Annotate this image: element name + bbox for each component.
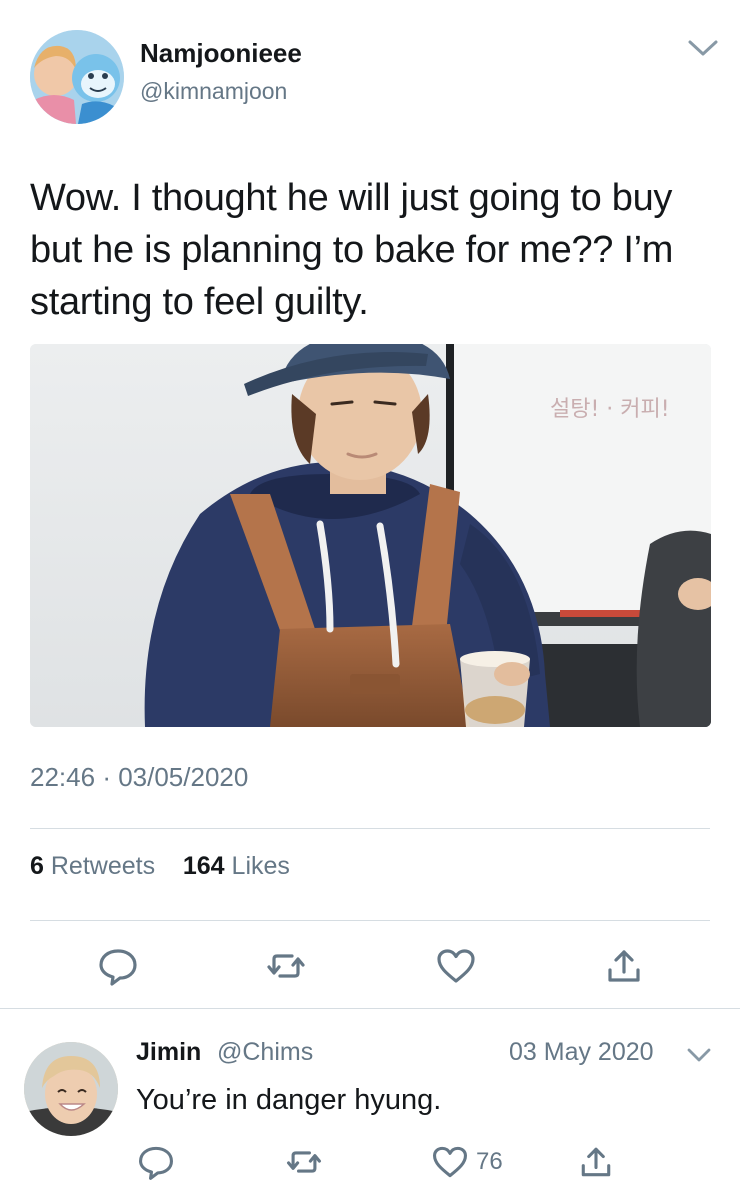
reply-text: You’re in danger hyung.	[136, 1084, 442, 1116]
reply-retweet-button[interactable]	[284, 1142, 324, 1182]
retweet-icon	[267, 954, 305, 978]
reply-like-button[interactable]	[430, 1142, 470, 1182]
tweet-header: Namjoonieee @kimnamjoon	[30, 30, 720, 126]
heart-icon	[437, 949, 475, 983]
timestamp-separator: ·	[102, 762, 119, 792]
retweets-stat[interactable]: 6 Retweets	[30, 852, 155, 880]
retweet-count: 6	[30, 852, 44, 880]
reply-tweet[interactable]: Jimin @Chims 03 May 2020 You’re in dange…	[0, 1010, 740, 1200]
like-button[interactable]	[434, 944, 478, 988]
author-name[interactable]: Namjoonieee	[140, 38, 302, 69]
retweet-label: Retweets	[50, 852, 156, 880]
heart-icon	[433, 1146, 467, 1178]
tweet-time: 22:46	[30, 762, 96, 792]
author-handle[interactable]: @kimnamjoon	[140, 78, 287, 105]
tweet-stats: 6 Retweets 164 Likes	[30, 852, 290, 881]
reply-author-name[interactable]: Jimin	[136, 1038, 201, 1067]
reply-share-button[interactable]	[576, 1142, 616, 1182]
likes-stat[interactable]: 164 Likes	[183, 852, 290, 880]
avatar-image	[30, 30, 124, 124]
retweet-button[interactable]	[264, 944, 308, 988]
share-upload-icon	[608, 950, 640, 982]
speech-bubble-icon	[99, 949, 137, 986]
reply-date[interactable]: 03 May 2020	[509, 1038, 654, 1067]
photo-illustration: 설탕! · 커피!	[30, 344, 711, 727]
chevron-down-icon[interactable]	[686, 1046, 712, 1064]
share-button[interactable]	[602, 944, 646, 988]
like-label: Likes	[231, 852, 290, 880]
reply-author-avatar[interactable]	[24, 1042, 118, 1136]
whiteboard-writing: 설탕! · 커피!	[550, 397, 670, 422]
retweet-icon	[287, 1151, 321, 1173]
reply-button[interactable]	[96, 944, 140, 988]
reply-author-handle[interactable]: @Chims	[217, 1038, 313, 1067]
tweet-timestamp[interactable]: 22:46 · 03/05/2020	[30, 762, 248, 793]
reply-reply-button[interactable]	[136, 1142, 176, 1182]
chevron-down-icon[interactable]	[686, 36, 720, 60]
divider	[0, 1008, 740, 1009]
like-count: 164	[182, 852, 225, 880]
tweet-media-photo[interactable]: 설탕! · 커피!	[30, 344, 711, 727]
divider	[30, 920, 710, 921]
share-upload-icon	[581, 1147, 611, 1177]
speech-bubble-icon	[139, 1146, 173, 1180]
avatar-image	[24, 1042, 118, 1136]
divider	[30, 828, 710, 829]
tweet-date: 03/05/2020	[118, 762, 249, 792]
author-avatar[interactable]	[30, 30, 124, 124]
tweet-text: Wow. I thought he will just going to buy…	[30, 177, 674, 323]
reply-like-count: 76	[476, 1148, 503, 1175]
